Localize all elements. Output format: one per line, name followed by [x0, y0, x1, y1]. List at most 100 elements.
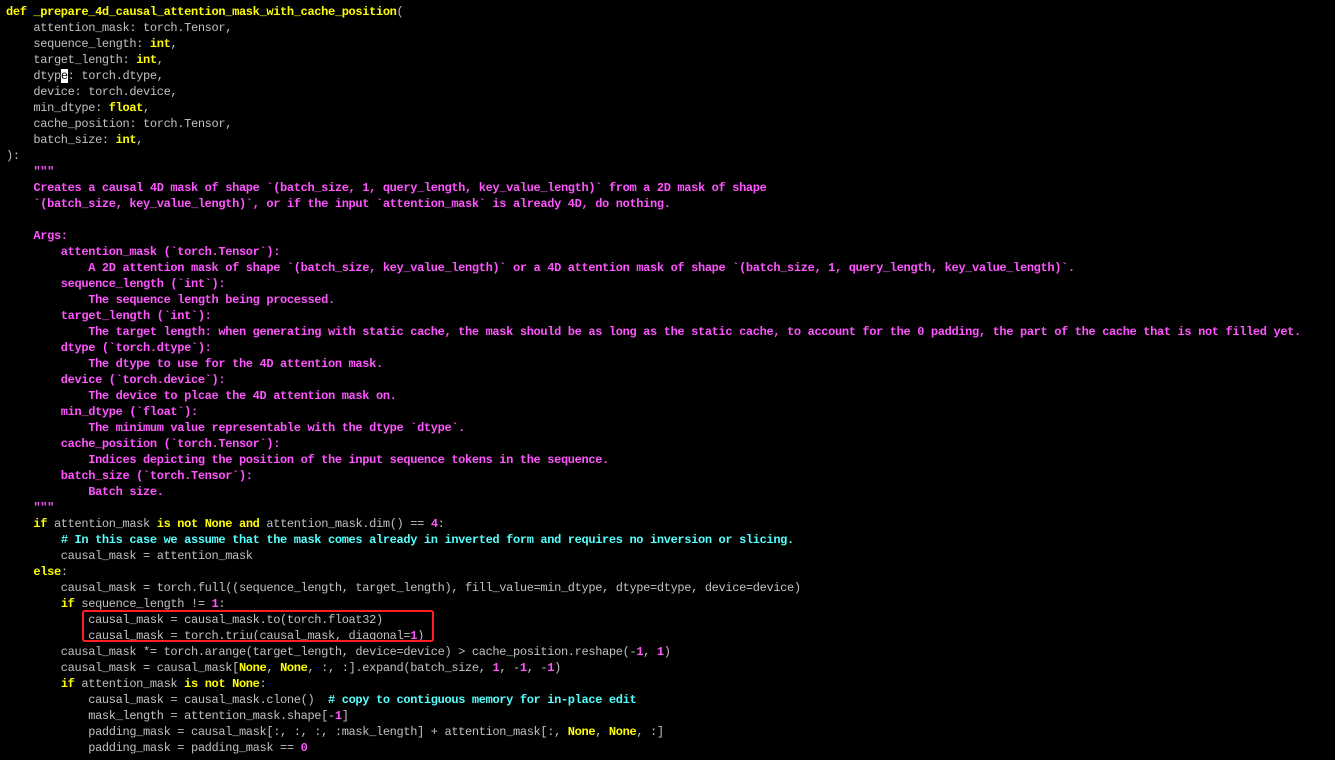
code-token: None — [238, 661, 267, 675]
code-line[interactable]: sequence_length (`int`): — [6, 276, 226, 292]
code-token: dtype (`torch.dtype`): — [6, 341, 212, 355]
code-line[interactable]: dtype: torch.dtype, — [6, 68, 164, 84]
code-line[interactable]: `(batch_size, key_value_length)`, or if … — [6, 196, 671, 212]
code-token: batch_size (`torch.Tensor`): — [6, 469, 253, 483]
code-line[interactable]: Args: — [6, 228, 68, 244]
code-token: dtyp — [6, 69, 61, 83]
code-token: causal_mask = causal_mask[ — [6, 661, 240, 675]
code-line[interactable]: Creates a causal 4D mask of shape `(batc… — [6, 180, 766, 196]
code-token: : — [437, 517, 445, 531]
code-token: causal_mask = torch.triu(causal_mask, di… — [6, 629, 411, 643]
code-token: , — [266, 661, 281, 675]
terminal-code-view[interactable]: def _prepare_4d_causal_attention_mask_wi… — [0, 0, 1335, 760]
code-token: The dtype to use for the 4D attention ma… — [6, 357, 383, 371]
code-line[interactable]: mask_length = attention_mask.shape[-1] — [6, 708, 349, 724]
code-token: , — [156, 53, 164, 67]
code-line[interactable]: The dtype to use for the 4D attention ma… — [6, 356, 383, 372]
code-token: int — [136, 53, 157, 67]
code-line[interactable]: Batch size. — [6, 484, 164, 500]
code-token: , — [595, 725, 609, 739]
code-line[interactable]: device: torch.device, — [6, 84, 177, 100]
code-token: ( — [396, 5, 404, 19]
code-token: None — [608, 725, 637, 739]
code-line[interactable]: The sequence length being processed. — [6, 292, 335, 308]
code-line[interactable]: padding_mask = padding_mask == 0 — [6, 740, 308, 756]
code-line[interactable]: # In this case we assume that the mask c… — [6, 532, 794, 548]
code-line[interactable]: """ — [6, 164, 54, 180]
code-line[interactable]: dtype (`torch.dtype`): — [6, 340, 212, 356]
code-line[interactable]: ): — [6, 148, 20, 164]
code-token: A 2D attention mask of shape `(batch_siz… — [6, 261, 1075, 275]
code-token: mask_length = attention_mask.shape[- — [6, 709, 335, 723]
code-line[interactable]: The device to plcae the 4D attention mas… — [6, 388, 397, 404]
code-line[interactable]: attention_mask (`torch.Tensor`): — [6, 244, 281, 260]
code-token: Args: — [6, 229, 68, 243]
code-line[interactable]: causal_mask = torch.triu(causal_mask, di… — [6, 628, 424, 644]
code-line[interactable]: causal_mask = attention_mask — [6, 548, 253, 564]
code-line[interactable]: causal_mask = torch.full((sequence_lengt… — [6, 580, 801, 596]
code-token: causal_mask *= torch.arange(target_lengt… — [6, 645, 637, 659]
code-token: int — [115, 133, 137, 147]
code-token: 1 — [656, 645, 664, 659]
code-token: attention_mask (`torch.Tensor`): — [6, 245, 281, 259]
code-token: batch_size: — [6, 133, 116, 147]
code-token: `(batch_size, key_value_length)`, or if … — [6, 197, 671, 211]
code-line[interactable]: The target length: when generating with … — [6, 324, 1301, 340]
code-line[interactable]: device (`torch.device`): — [6, 372, 226, 388]
code-token: causal_mask = torch.full((sequence_lengt… — [6, 581, 801, 595]
code-line[interactable]: causal_mask = causal_mask.to(torch.float… — [6, 612, 383, 628]
code-token: """ — [6, 501, 54, 515]
code-token: sequence_length (`int`): — [6, 277, 226, 291]
code-line[interactable]: cache_position (`torch.Tensor`): — [6, 436, 281, 452]
code-line[interactable]: if attention_mask is not None: — [6, 676, 267, 692]
code-line[interactable]: target_length (`int`): — [6, 308, 212, 324]
code-token: ) — [663, 645, 671, 659]
code-token: attention_mask — [47, 517, 157, 531]
code-token: # In this case we assume that the mask c… — [60, 533, 794, 547]
code-line[interactable]: causal_mask = causal_mask.clone() # copy… — [6, 692, 636, 708]
code-token: float — [108, 101, 144, 115]
code-token: padding_mask = padding_mask == — [6, 741, 301, 755]
code-line[interactable]: min_dtype (`float`): — [6, 404, 198, 420]
code-token: min_dtype (`float`): — [6, 405, 198, 419]
code-line[interactable]: padding_mask = causal_mask[:, :, :, :mas… — [6, 724, 664, 740]
code-line[interactable]: batch_size: int, — [6, 132, 143, 148]
code-token: attention_mask: torch.Tensor, — [6, 21, 233, 35]
code-token: Indices depicting the position of the in… — [6, 453, 609, 467]
code-token: ) — [554, 661, 562, 675]
code-token: if — [60, 597, 75, 611]
code-line[interactable]: causal_mask = causal_mask[None, None, :,… — [6, 660, 562, 676]
code-token: None — [567, 725, 596, 739]
code-line[interactable]: cache_position: torch.Tensor, — [6, 116, 232, 132]
code-line[interactable]: if attention_mask is not None and attent… — [6, 516, 445, 532]
code-token: The sequence length being processed. — [6, 293, 335, 307]
code-token: sequence_length != — [74, 597, 212, 611]
code-line[interactable]: """ — [6, 500, 54, 516]
code-token: 4 — [430, 517, 438, 531]
code-line[interactable]: target_length: int, — [6, 52, 164, 68]
code-token: , — [136, 133, 144, 147]
code-line[interactable]: else: — [6, 564, 68, 580]
code-token: causal_mask = attention_mask — [6, 549, 253, 563]
code-line[interactable]: def _prepare_4d_causal_attention_mask_wi… — [6, 4, 404, 20]
code-line[interactable]: The minimum value representable with the… — [6, 420, 465, 436]
code-line[interactable]: attention_mask: torch.Tensor, — [6, 20, 232, 36]
code-line[interactable]: Indices depicting the position of the in… — [6, 452, 609, 468]
code-token: The target length: when generating with … — [6, 325, 1301, 339]
code-token: None — [280, 661, 308, 675]
code-line[interactable]: batch_size (`torch.Tensor`): — [6, 468, 253, 484]
code-line[interactable]: causal_mask *= torch.arange(target_lengt… — [6, 644, 671, 660]
code-line[interactable]: sequence_length: int, — [6, 36, 177, 52]
code-token: causal_mask = causal_mask.clone() — [6, 693, 329, 707]
code-token: if — [60, 677, 75, 691]
code-token: and — [238, 517, 260, 531]
code-line[interactable]: A 2D attention mask of shape `(batch_siz… — [6, 260, 1075, 276]
code-token: , :] — [636, 725, 664, 739]
code-line[interactable]: if sequence_length != 1: — [6, 596, 226, 612]
code-token: 1 — [334, 709, 342, 723]
code-line[interactable]: min_dtype: float, — [6, 100, 150, 116]
